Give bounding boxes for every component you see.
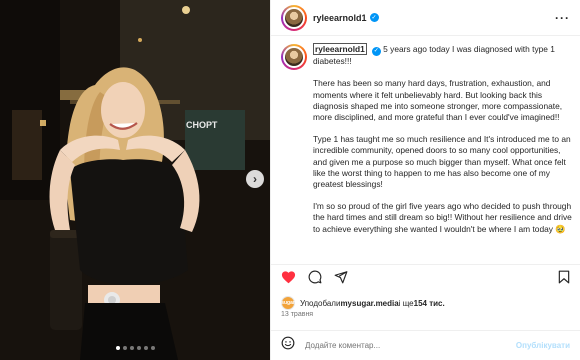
more-icon[interactable]: ··· — [555, 11, 570, 25]
verified-badge-icon: ✓ — [369, 13, 379, 22]
caption-paragraph: There has been so many hard days, frustr… — [313, 78, 563, 122]
post-date[interactable]: 13 травня — [281, 311, 313, 318]
author-username[interactable]: ryleearnold1 — [313, 13, 367, 23]
bookmark-icon[interactable] — [558, 270, 570, 289]
post-photo[interactable]: СНОРТ › — [0, 0, 270, 360]
heart-icon[interactable] — [281, 270, 296, 289]
share-icon[interactable] — [334, 270, 348, 289]
caption-paragraph: Type 1 has taught me so much resilience … — [313, 134, 571, 189]
liker-avatar[interactable]: sugar — [281, 296, 295, 310]
likes-count[interactable]: 154 тис. — [414, 299, 445, 308]
emoji-icon[interactable] — [281, 336, 295, 355]
caption-section: ryleearnold1 ✓ 5 years ago today I was di… — [281, 43, 572, 262]
carousel-dot — [143, 346, 148, 350]
store-sign: СНОРТ — [186, 120, 218, 130]
post-actions — [271, 264, 580, 294]
carousel-indicator — [0, 346, 270, 350]
likes-prefix: Уподобали — [300, 298, 341, 308]
likes-and: і ще — [398, 298, 414, 308]
comment-icon[interactable] — [308, 270, 322, 289]
caption-paragraph: I'm so so proud of the girl five years a… — [313, 201, 572, 234]
carousel-dot — [115, 346, 120, 350]
caption-username[interactable]: ryleearnold1 — [313, 43, 367, 55]
likes-summary: sugar Уподобали mysugar.media і ще 154 т… — [281, 296, 572, 310]
photo-scene: СНОРТ — [0, 0, 270, 360]
comment-bar: Опублікувати — [271, 330, 580, 360]
comment-input[interactable] — [305, 341, 506, 350]
liker-username[interactable]: mysugar.media — [340, 299, 398, 308]
post-header: ryleearnold1 ✓ ··· — [271, 0, 580, 36]
caption-author-avatar[interactable] — [281, 44, 307, 70]
verified-badge-icon: ✓ — [371, 47, 381, 57]
post-comment-button[interactable]: Опублікувати — [516, 341, 570, 350]
carousel-dot — [150, 346, 155, 350]
chevron-right-icon[interactable]: › — [246, 170, 264, 188]
author-avatar[interactable] — [281, 4, 307, 31]
carousel-dot — [122, 346, 127, 350]
post-details-panel: ryleearnold1 ✓ ··· ryleearnold1 ✓ 5 years… — [270, 0, 580, 360]
carousel-dot — [136, 346, 141, 350]
carousel-dot — [129, 346, 134, 350]
post-caption: ryleearnold1 ✓ 5 years ago today I was di… — [313, 43, 572, 262]
